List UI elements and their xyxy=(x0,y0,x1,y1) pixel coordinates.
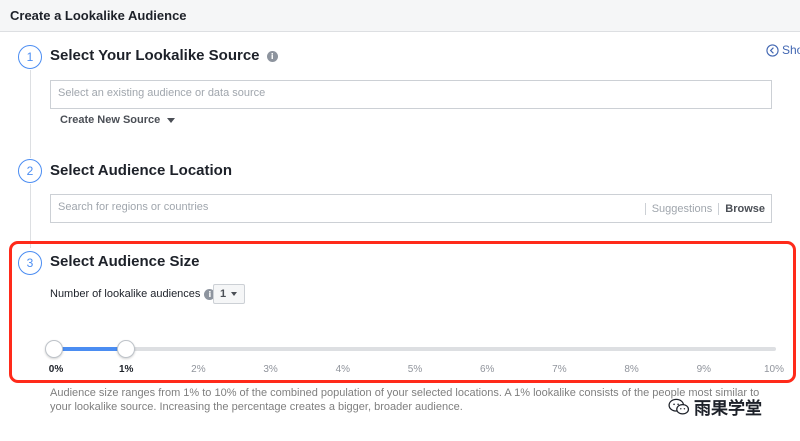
step-connector xyxy=(30,184,31,248)
audience-size-slider-track[interactable] xyxy=(54,347,776,351)
divider xyxy=(718,203,720,215)
source-search-input[interactable] xyxy=(58,87,618,99)
watermark-text: 雨果学堂 xyxy=(694,399,762,419)
dialog-title: Create a Lookalike Audience xyxy=(10,8,187,23)
slider-handle-start[interactable] xyxy=(45,340,63,358)
slider-tick-label: 0% xyxy=(48,364,64,375)
lookalike-count-value: 1 xyxy=(220,288,227,300)
show-tips-label: Sho xyxy=(782,43,800,57)
chevron-left-circle-icon xyxy=(766,43,779,57)
slider-tick-label: 5% xyxy=(407,364,423,375)
dialog-header: Create a Lookalike Audience xyxy=(0,0,800,32)
step-3-title: Select Audience Size xyxy=(50,253,200,270)
step-1-title-text: Select Your Lookalike Source xyxy=(50,47,260,64)
info-icon[interactable]: i xyxy=(266,50,278,62)
slider-tick-label: 4% xyxy=(335,364,351,375)
wechat-icon xyxy=(668,398,690,415)
slider-tick-label: 9% xyxy=(696,364,712,375)
slider-tick-label: 8% xyxy=(624,364,639,375)
step-connector xyxy=(30,70,31,158)
step-1-number: 1 xyxy=(18,45,42,69)
caret-down-icon xyxy=(231,292,238,296)
lookalike-count-label: Number of lookalike audiences i xyxy=(50,288,216,300)
caret-down-icon xyxy=(167,117,176,123)
slider-tick-label: 7% xyxy=(552,364,567,375)
location-actions: Suggestions Browse xyxy=(639,203,765,215)
step-2-title: Select Audience Location xyxy=(50,162,232,179)
browse-button[interactable]: Browse xyxy=(725,203,765,215)
create-new-source-label: Create New Source xyxy=(60,114,161,126)
slider-tick-label: 3% xyxy=(263,364,278,375)
watermark: 雨果学堂 xyxy=(668,394,762,419)
audience-size-slider-fill xyxy=(54,347,127,351)
slider-tick-label: 2% xyxy=(191,364,206,375)
slider-tick-label: 1% xyxy=(118,364,134,375)
create-new-source-button[interactable]: Create New Source xyxy=(60,114,176,126)
location-search-box[interactable]: Suggestions Browse xyxy=(50,194,772,223)
lookalike-count-text: Number of lookalike audiences xyxy=(50,288,201,300)
location-search-input[interactable] xyxy=(58,201,618,213)
step-2-number: 2 xyxy=(18,159,42,183)
show-tips-link[interactable]: Sho xyxy=(766,43,800,57)
lookalike-count-select[interactable]: 1 xyxy=(213,284,245,304)
suggestions-button[interactable]: Suggestions xyxy=(652,203,713,215)
step-3-number: 3 xyxy=(18,251,42,275)
slider-tick-label: 6% xyxy=(479,364,495,375)
divider xyxy=(644,203,646,215)
step-1-title: Select Your Lookalike Source i xyxy=(50,47,278,64)
slider-tick-label: 10% xyxy=(763,364,785,375)
source-search-box[interactable] xyxy=(50,80,772,109)
